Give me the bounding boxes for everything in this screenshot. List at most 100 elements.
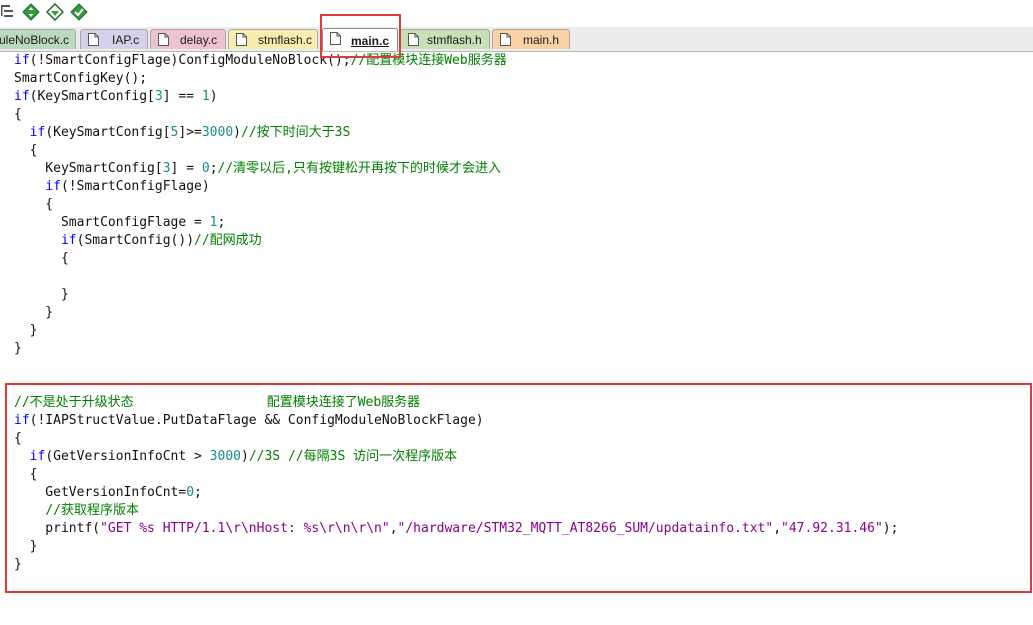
code-token: } bbox=[14, 305, 54, 320]
code-token: ) bbox=[241, 449, 249, 464]
code-token: SmartConfigKey(); bbox=[14, 71, 148, 86]
code-line: SmartConfigKey(); bbox=[14, 70, 147, 88]
code-token: KeySmartConfig[ bbox=[14, 161, 163, 176]
code-token: ] == bbox=[162, 89, 202, 104]
code-token: { bbox=[14, 197, 54, 212]
code-token: (!IAPStructValue.PutDataFlage && ConfigM… bbox=[29, 413, 484, 428]
tab-label: uleNoBlock.c bbox=[0, 33, 70, 47]
code-token: { bbox=[14, 251, 69, 266]
diamond-check-icon[interactable] bbox=[70, 3, 88, 21]
tab-label: IAP.c bbox=[112, 33, 140, 47]
code-line: { bbox=[14, 430, 22, 448]
code-line: { bbox=[14, 466, 38, 484]
file-icon bbox=[158, 33, 169, 46]
code-token: 0 bbox=[186, 485, 195, 500]
code-token: printf( bbox=[14, 521, 101, 536]
code-token: //配置模块连接Web服务器 bbox=[350, 53, 507, 68]
code-line: if(!SmartConfigFlage)ConfigModuleNoBlock… bbox=[14, 52, 507, 70]
code-token: //3S //每隔3S 访问一次程序版本 bbox=[248, 449, 458, 464]
code-token: if bbox=[14, 53, 30, 68]
code-token: { bbox=[14, 143, 38, 158]
tab-delay-c[interactable]: delay.c bbox=[150, 29, 226, 49]
code-line: SmartConfigFlage = 1; bbox=[14, 214, 225, 232]
code-token: SmartConfigFlage = bbox=[14, 215, 210, 230]
code-token: ) bbox=[209, 89, 218, 104]
tab-label: stmflash.c bbox=[258, 33, 313, 47]
code-line: //获取程序版本 bbox=[14, 502, 139, 520]
tab-module-noblock-c[interactable]: uleNoBlock.c bbox=[0, 29, 76, 49]
code-token: 3 bbox=[154, 89, 163, 104]
tab-label: main.h bbox=[523, 33, 560, 47]
tab-main-h[interactable]: main.h bbox=[492, 29, 570, 49]
code-line: } bbox=[14, 322, 38, 340]
code-token: if bbox=[14, 89, 30, 104]
code-token: { bbox=[14, 467, 38, 482]
diamond-down-icon[interactable] bbox=[46, 3, 64, 21]
code-line: } bbox=[14, 304, 53, 322]
tab-stmflash-c[interactable]: stmflash.c bbox=[228, 29, 318, 49]
diamond-arrows-icon[interactable] bbox=[22, 3, 40, 21]
code-token: 1 bbox=[201, 89, 210, 104]
toolbar bbox=[0, 0, 1033, 27]
tab-label: delay.c bbox=[180, 33, 218, 47]
code-token: ); bbox=[882, 521, 899, 536]
code-token: //获取程序版本 bbox=[45, 503, 139, 518]
code-token: , bbox=[773, 521, 782, 536]
code-token: ; bbox=[217, 215, 226, 230]
code-token: //配网成功 bbox=[194, 233, 262, 248]
code-token: } bbox=[14, 539, 38, 554]
code-token: (KeySmartConfig[ bbox=[29, 89, 155, 104]
code-line: { bbox=[14, 106, 22, 124]
file-icon bbox=[408, 33, 419, 46]
file-icon bbox=[236, 33, 247, 46]
code-token: } bbox=[14, 287, 69, 302]
file-tab-bar: uleNoBlock.c IAP.c delay.c stmflash.c ma… bbox=[0, 27, 1033, 52]
code-token: ]>= bbox=[178, 125, 202, 140]
code-line: if(!SmartConfigFlage) bbox=[14, 178, 209, 196]
indent-icon[interactable] bbox=[0, 3, 18, 21]
code-token: } bbox=[14, 341, 22, 356]
code-token: } bbox=[14, 557, 22, 572]
code-token: 3 bbox=[162, 161, 171, 176]
code-token: (SmartConfig()) bbox=[76, 233, 195, 248]
code-token: if bbox=[14, 413, 30, 428]
code-token: //按下时间大于3S bbox=[241, 125, 351, 140]
code-token: { bbox=[14, 431, 22, 446]
code-line: { bbox=[14, 142, 38, 160]
code-line: KeySmartConfig[3] = 0;//清零以后,只有按键松开再按下的时… bbox=[14, 160, 501, 178]
tab-stmflash-h[interactable]: stmflash.h bbox=[400, 29, 490, 49]
code-line: if(KeySmartConfig[3] == 1) bbox=[14, 88, 218, 106]
code-token: ; bbox=[194, 485, 202, 500]
code-line: } bbox=[14, 286, 69, 304]
file-icon bbox=[88, 33, 99, 46]
tab-main-c[interactable]: main.c bbox=[322, 28, 398, 51]
code-token: if bbox=[45, 179, 61, 194]
code-token: (GetVersionInfoCnt > bbox=[45, 449, 210, 464]
code-token: if bbox=[60, 233, 77, 248]
code-token: (KeySmartConfig[ bbox=[45, 125, 171, 140]
code-line: //不是处于升级状态 配置模块连接了Web服务器 bbox=[14, 394, 420, 412]
code-token: ) bbox=[233, 125, 241, 140]
code-token: , bbox=[389, 521, 398, 536]
code-token: 1 bbox=[209, 215, 218, 230]
tab-iap-c[interactable]: IAP.c bbox=[80, 29, 148, 49]
code-token: 3000 bbox=[209, 449, 241, 464]
code-token: if bbox=[29, 125, 46, 140]
code-token: 0 bbox=[201, 161, 210, 176]
code-token: ] = bbox=[170, 161, 202, 176]
file-icon bbox=[500, 33, 511, 46]
code-line: { bbox=[14, 250, 69, 268]
code-line: if(!IAPStructValue.PutDataFlage && Confi… bbox=[14, 412, 484, 430]
code-editor[interactable]: if(!SmartConfigFlage)ConfigModuleNoBlock… bbox=[0, 52, 1033, 625]
code-line: if(GetVersionInfoCnt > 3000)//3S //每隔3S … bbox=[14, 448, 457, 466]
code-token: GetVersionInfoCnt= bbox=[14, 485, 187, 500]
tab-label: stmflash.h bbox=[427, 33, 482, 47]
code-token: //不是处于升级状态 配置模块连接了Web服务器 bbox=[14, 395, 421, 410]
code-token: "47.92.31.46" bbox=[781, 521, 883, 536]
code-line: { bbox=[14, 196, 53, 214]
code-token: if bbox=[29, 449, 46, 464]
